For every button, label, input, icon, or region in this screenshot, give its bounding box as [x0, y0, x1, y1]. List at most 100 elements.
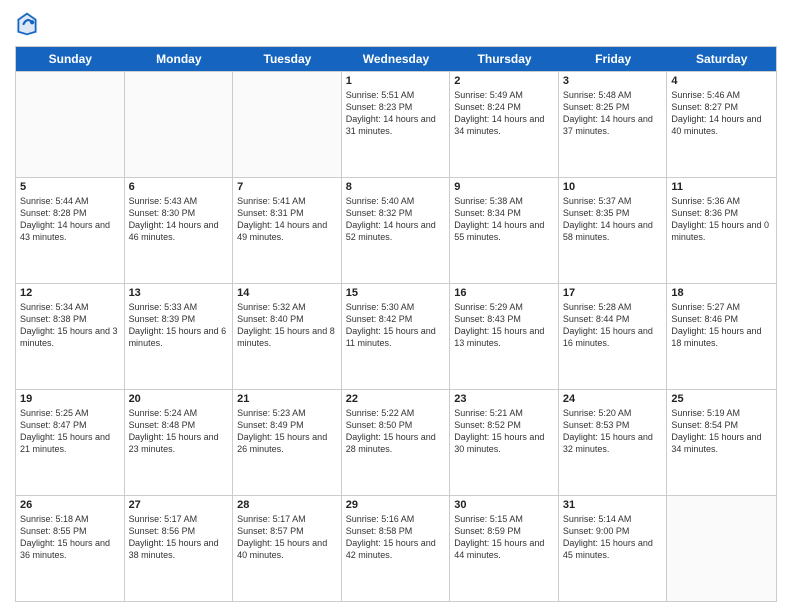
- calendar-cell-empty-0-0: [16, 72, 125, 177]
- cell-date-1: 1: [346, 75, 446, 87]
- cell-info-30: Sunrise: 5:15 AM Sunset: 8:59 PM Dayligh…: [454, 513, 554, 562]
- calendar: SundayMondayTuesdayWednesdayThursdayFrid…: [15, 46, 777, 602]
- cell-date-4: 4: [671, 75, 772, 87]
- calendar-cell-26: 26 Sunrise: 5:18 AM Sunset: 8:55 PM Dayli…: [16, 496, 125, 601]
- calendar-cell-2: 2 Sunrise: 5:49 AM Sunset: 8:24 PM Daylig…: [450, 72, 559, 177]
- calendar-cell-3: 3Sunrise: 5:48 AM Sunset: 8:25 PM Daylig…: [559, 72, 668, 177]
- cell-date-5: 5: [20, 181, 120, 193]
- calendar-cell-31: 31 Sunrise: 5:14 AM Sunset: 9:00 PM Dayli…: [559, 496, 668, 601]
- cell-info-5: Sunrise: 5:44 AM Sunset: 8:28 PM Dayligh…: [20, 195, 120, 244]
- cell-info-25: Sunrise: 5:19 AM Sunset: 8:54 PM Dayligh…: [671, 407, 772, 456]
- cell-info-11: Sunrise: 5:36 AM Sunset: 8:36 PM Dayligh…: [671, 195, 772, 244]
- calendar-row-1: 5 Sunrise: 5:44 AM Sunset: 8:28 PM Daylig…: [16, 177, 776, 283]
- page: SundayMondayTuesdayWednesdayThursdayFrid…: [0, 0, 792, 612]
- header-day-tuesday: Tuesday: [233, 47, 342, 71]
- cell-info-12: Sunrise: 5:34 AM Sunset: 8:38 PM Dayligh…: [20, 301, 120, 350]
- cell-info-13: Sunrise: 5:33 AM Sunset: 8:39 PM Dayligh…: [129, 301, 229, 350]
- cell-date-29: 29: [346, 499, 446, 511]
- logo-icon: [15, 10, 39, 38]
- header-day-sunday: Sunday: [16, 47, 125, 71]
- cell-date-20: 20: [129, 393, 229, 405]
- calendar-header: SundayMondayTuesdayWednesdayThursdayFrid…: [16, 47, 776, 71]
- cell-info-28: Sunrise: 5:17 AM Sunset: 8:57 PM Dayligh…: [237, 513, 337, 562]
- cell-info-8: Sunrise: 5:40 AM Sunset: 8:32 PM Dayligh…: [346, 195, 446, 244]
- calendar-cell-18: 18 Sunrise: 5:27 AM Sunset: 8:46 PM Dayli…: [667, 284, 776, 389]
- calendar-body: 1Sunrise: 5:51 AM Sunset: 8:23 PM Daylig…: [16, 71, 776, 601]
- cell-info-20: Sunrise: 5:24 AM Sunset: 8:48 PM Dayligh…: [129, 407, 229, 456]
- cell-date-16: 16: [454, 287, 554, 299]
- cell-info-18: Sunrise: 5:27 AM Sunset: 8:46 PM Dayligh…: [671, 301, 772, 350]
- cell-date-7: 7: [237, 181, 337, 193]
- cell-info-10: Sunrise: 5:37 AM Sunset: 8:35 PM Dayligh…: [563, 195, 663, 244]
- calendar-cell-25: 25 Sunrise: 5:19 AM Sunset: 8:54 PM Dayli…: [667, 390, 776, 495]
- cell-date-30: 30: [454, 499, 554, 511]
- cell-info-23: Sunrise: 5:21 AM Sunset: 8:52 PM Dayligh…: [454, 407, 554, 456]
- calendar-cell-27: 27 Sunrise: 5:17 AM Sunset: 8:56 PM Dayli…: [125, 496, 234, 601]
- cell-info-6: Sunrise: 5:43 AM Sunset: 8:30 PM Dayligh…: [129, 195, 229, 244]
- logo: [15, 10, 43, 38]
- calendar-cell-13: 13 Sunrise: 5:33 AM Sunset: 8:39 PM Dayli…: [125, 284, 234, 389]
- calendar-cell-24: 24 Sunrise: 5:20 AM Sunset: 8:53 PM Dayli…: [559, 390, 668, 495]
- header-day-saturday: Saturday: [667, 47, 776, 71]
- calendar-cell-empty-0-2: [233, 72, 342, 177]
- calendar-cell-21: 21 Sunrise: 5:23 AM Sunset: 8:49 PM Dayli…: [233, 390, 342, 495]
- cell-info-7: Sunrise: 5:41 AM Sunset: 8:31 PM Dayligh…: [237, 195, 337, 244]
- cell-date-17: 17: [563, 287, 663, 299]
- cell-date-31: 31: [563, 499, 663, 511]
- header-day-monday: Monday: [125, 47, 234, 71]
- cell-info-24: Sunrise: 5:20 AM Sunset: 8:53 PM Dayligh…: [563, 407, 663, 456]
- cell-info-17: Sunrise: 5:28 AM Sunset: 8:44 PM Dayligh…: [563, 301, 663, 350]
- calendar-cell-10: 10 Sunrise: 5:37 AM Sunset: 8:35 PM Dayli…: [559, 178, 668, 283]
- cell-date-14: 14: [237, 287, 337, 299]
- cell-date-11: 11: [671, 181, 772, 193]
- cell-date-24: 24: [563, 393, 663, 405]
- calendar-cell-5: 5 Sunrise: 5:44 AM Sunset: 8:28 PM Daylig…: [16, 178, 125, 283]
- calendar-cell-23: 23Sunrise: 5:21 AM Sunset: 8:52 PM Dayli…: [450, 390, 559, 495]
- calendar-cell-30: 30 Sunrise: 5:15 AM Sunset: 8:59 PM Dayli…: [450, 496, 559, 601]
- calendar-cell-6: 6Sunrise: 5:43 AM Sunset: 8:30 PM Daylig…: [125, 178, 234, 283]
- calendar-cell-29: 29 Sunrise: 5:16 AM Sunset: 8:58 PM Dayli…: [342, 496, 451, 601]
- cell-info-15: Sunrise: 5:30 AM Sunset: 8:42 PM Dayligh…: [346, 301, 446, 350]
- cell-info-26: Sunrise: 5:18 AM Sunset: 8:55 PM Dayligh…: [20, 513, 120, 562]
- cell-info-4: Sunrise: 5:46 AM Sunset: 8:27 PM Dayligh…: [671, 89, 772, 138]
- cell-info-14: Sunrise: 5:32 AM Sunset: 8:40 PM Dayligh…: [237, 301, 337, 350]
- cell-date-3: 3: [563, 75, 663, 87]
- cell-info-9: Sunrise: 5:38 AM Sunset: 8:34 PM Dayligh…: [454, 195, 554, 244]
- cell-date-21: 21: [237, 393, 337, 405]
- calendar-row-0: 1Sunrise: 5:51 AM Sunset: 8:23 PM Daylig…: [16, 71, 776, 177]
- cell-date-18: 18: [671, 287, 772, 299]
- cell-info-21: Sunrise: 5:23 AM Sunset: 8:49 PM Dayligh…: [237, 407, 337, 456]
- cell-date-27: 27: [129, 499, 229, 511]
- cell-date-13: 13: [129, 287, 229, 299]
- calendar-cell-4: 4 Sunrise: 5:46 AM Sunset: 8:27 PM Daylig…: [667, 72, 776, 177]
- cell-info-31: Sunrise: 5:14 AM Sunset: 9:00 PM Dayligh…: [563, 513, 663, 562]
- calendar-cell-1: 1Sunrise: 5:51 AM Sunset: 8:23 PM Daylig…: [342, 72, 451, 177]
- calendar-cell-28: 28 Sunrise: 5:17 AM Sunset: 8:57 PM Dayli…: [233, 496, 342, 601]
- calendar-cell-9: 9 Sunrise: 5:38 AM Sunset: 8:34 PM Daylig…: [450, 178, 559, 283]
- header-day-friday: Friday: [559, 47, 668, 71]
- cell-date-9: 9: [454, 181, 554, 193]
- calendar-cell-7: 7 Sunrise: 5:41 AM Sunset: 8:31 PM Daylig…: [233, 178, 342, 283]
- cell-date-10: 10: [563, 181, 663, 193]
- calendar-cell-17: 17 Sunrise: 5:28 AM Sunset: 8:44 PM Dayli…: [559, 284, 668, 389]
- calendar-cell-11: 11 Sunrise: 5:36 AM Sunset: 8:36 PM Dayli…: [667, 178, 776, 283]
- cell-info-27: Sunrise: 5:17 AM Sunset: 8:56 PM Dayligh…: [129, 513, 229, 562]
- cell-date-2: 2: [454, 75, 554, 87]
- cell-date-25: 25: [671, 393, 772, 405]
- calendar-cell-20: 20 Sunrise: 5:24 AM Sunset: 8:48 PM Dayli…: [125, 390, 234, 495]
- calendar-cell-12: 12Sunrise: 5:34 AM Sunset: 8:38 PM Dayli…: [16, 284, 125, 389]
- calendar-row-2: 12Sunrise: 5:34 AM Sunset: 8:38 PM Dayli…: [16, 283, 776, 389]
- header-day-wednesday: Wednesday: [342, 47, 451, 71]
- calendar-cell-14: 14 Sunrise: 5:32 AM Sunset: 8:40 PM Dayli…: [233, 284, 342, 389]
- calendar-cell-8: 8Sunrise: 5:40 AM Sunset: 8:32 PM Daylig…: [342, 178, 451, 283]
- cell-info-19: Sunrise: 5:25 AM Sunset: 8:47 PM Dayligh…: [20, 407, 120, 456]
- calendar-cell-16: 16Sunrise: 5:29 AM Sunset: 8:43 PM Dayli…: [450, 284, 559, 389]
- cell-date-22: 22: [346, 393, 446, 405]
- header: [15, 10, 777, 38]
- cell-date-26: 26: [20, 499, 120, 511]
- cell-info-2: Sunrise: 5:49 AM Sunset: 8:24 PM Dayligh…: [454, 89, 554, 138]
- cell-info-29: Sunrise: 5:16 AM Sunset: 8:58 PM Dayligh…: [346, 513, 446, 562]
- calendar-cell-empty-4-6: [667, 496, 776, 601]
- calendar-cell-22: 22Sunrise: 5:22 AM Sunset: 8:50 PM Dayli…: [342, 390, 451, 495]
- cell-date-28: 28: [237, 499, 337, 511]
